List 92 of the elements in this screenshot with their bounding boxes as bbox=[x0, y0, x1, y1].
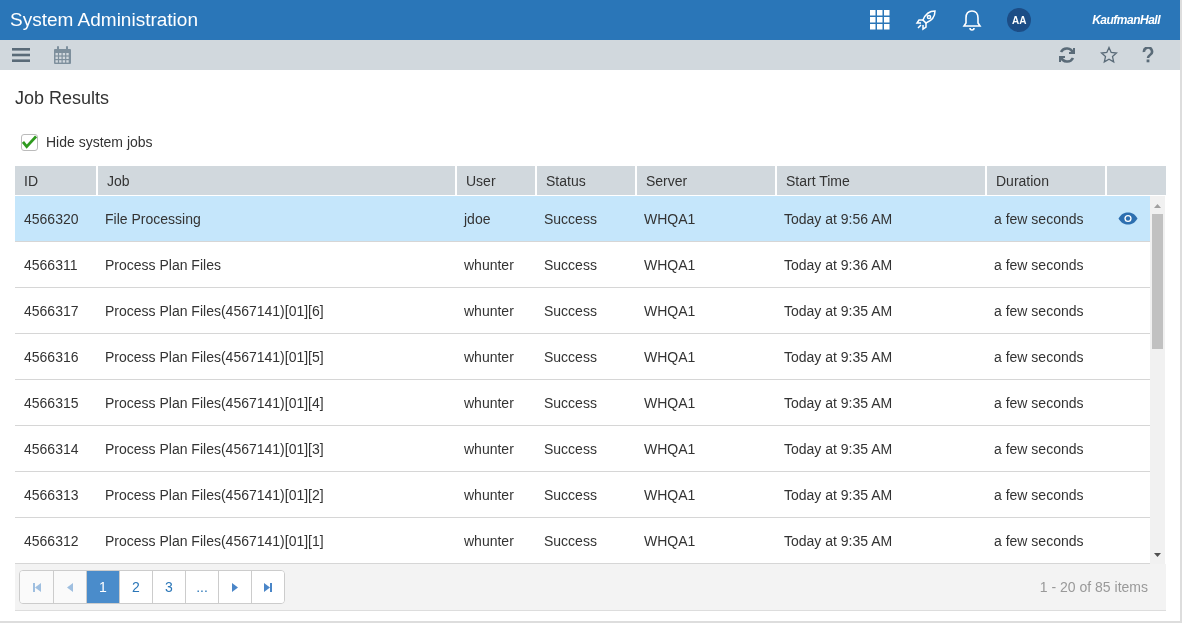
table-row[interactable]: 4566320 File Processing jdoe Success WHQA1 Today at 9:56 AM a few seconds bbox=[15, 196, 1150, 242]
table-row[interactable]: 4566311 Process Plan Files whunter Success WHQA1 Today at 9:36 AM a few seconds bbox=[15, 242, 1150, 288]
table-cell-text: Today at 9:35 AM bbox=[783, 347, 894, 367]
table-cell-text: 4566311 bbox=[23, 255, 79, 275]
table-cell-text: Process Plan Files(4567141)[01][2] bbox=[104, 485, 325, 505]
brand-logo: KaufmanHall bbox=[1092, 13, 1160, 27]
table-cell-text: Today at 9:35 AM bbox=[783, 439, 894, 459]
table-cell-text: WHQA1 bbox=[643, 439, 697, 459]
table-cell-text: whunter bbox=[463, 393, 515, 413]
table-cell-text: Success bbox=[543, 439, 598, 459]
checkbox[interactable] bbox=[21, 133, 38, 151]
page-button[interactable]: 2 bbox=[119, 571, 152, 603]
table-cell-text: Process Plan Files(4567141)[01][3] bbox=[104, 439, 325, 459]
refresh-icon[interactable] bbox=[1058, 46, 1076, 64]
table-cell-text: Today at 9:56 AM bbox=[783, 209, 894, 229]
table-cell-text: Success bbox=[543, 531, 598, 551]
scrollbar[interactable] bbox=[1150, 196, 1165, 564]
table-cell-text: WHQA1 bbox=[643, 485, 697, 505]
table-cell-text: WHQA1 bbox=[643, 209, 697, 229]
table-cell-text: 4566314 bbox=[23, 439, 80, 459]
table-cell-text: Success bbox=[543, 255, 598, 275]
table-cell-text: a few seconds bbox=[993, 439, 1085, 459]
table-cell-text: WHQA1 bbox=[643, 301, 697, 321]
calendar-icon[interactable] bbox=[54, 46, 71, 64]
column-header[interactable]: ID bbox=[15, 166, 96, 195]
table-cell-text: WHQA1 bbox=[643, 393, 697, 413]
user-avatar[interactable]: AA bbox=[1007, 8, 1032, 32]
table-cell-text: Success bbox=[543, 393, 598, 413]
table-cell-text: whunter bbox=[463, 531, 515, 551]
table-cell-text: WHQA1 bbox=[643, 255, 697, 275]
table-cell-text: Today at 9:36 AM bbox=[783, 255, 894, 275]
table-row[interactable]: 4566317 Process Plan Files(4567141)[01][6] whunter Success WHQA1 Today at 9:35 AM a few seconds bbox=[15, 288, 1150, 334]
table-cell-text: WHQA1 bbox=[643, 531, 697, 551]
table-cell-text: Today at 9:35 AM bbox=[783, 301, 894, 321]
table-cell-text: a few seconds bbox=[993, 393, 1085, 413]
menu-icon[interactable] bbox=[12, 48, 30, 62]
table-cell-text: Success bbox=[543, 301, 598, 321]
table-cell-text: 4566316 bbox=[23, 347, 80, 367]
table-cell-text: File Processing bbox=[104, 209, 202, 229]
skip-forward-icon bbox=[264, 582, 272, 592]
table-cell-text: WHQA1 bbox=[643, 347, 697, 367]
next-page-button[interactable] bbox=[218, 571, 251, 603]
table-cell-text: 4566313 bbox=[23, 485, 80, 505]
page-title: Job Results bbox=[15, 87, 111, 110]
eye-icon[interactable] bbox=[1117, 212, 1138, 225]
table-cell-text: Today at 9:35 AM bbox=[783, 485, 894, 505]
table-cell-text: 4566312 bbox=[23, 531, 80, 551]
checkbox-label: Hide system jobs bbox=[46, 134, 153, 150]
table-cell-text: Today at 9:35 AM bbox=[783, 393, 894, 413]
table-row[interactable]: 4566313 Process Plan Files(4567141)[01][2] whunter Success WHQA1 Today at 9:35 AM a few seconds bbox=[15, 472, 1150, 518]
page-button[interactable]: ... bbox=[185, 571, 218, 603]
table-cell-text: jdoe bbox=[462, 209, 492, 229]
table-cell-text: Today at 9:35 AM bbox=[783, 531, 894, 551]
table-cell-text: Process Plan Files(4567141)[01][1] bbox=[104, 531, 325, 551]
table-row[interactable]: 4566315 Process Plan Files(4567141)[01][4] whunter Success WHQA1 Today at 9:35 AM a few seconds bbox=[15, 380, 1150, 426]
table-cell-text: 4566317 bbox=[23, 301, 80, 321]
table-row[interactable]: 4566314 Process Plan Files(4567141)[01][3] whunter Success WHQA1 Today at 9:35 AM a few seconds bbox=[15, 426, 1150, 472]
table-cell-text: whunter bbox=[463, 439, 515, 459]
bell-icon[interactable] bbox=[962, 9, 983, 31]
pager-info: 1 - 20 of 85 items bbox=[1039, 579, 1148, 595]
last-page-button[interactable] bbox=[251, 571, 284, 603]
table-cell-text: a few seconds bbox=[993, 531, 1085, 551]
star-icon[interactable] bbox=[1100, 46, 1118, 64]
table-cell-text: 4566320 bbox=[23, 209, 80, 229]
table-cell-text: a few seconds bbox=[993, 347, 1085, 367]
table-cell-text: whunter bbox=[463, 301, 515, 321]
skip-back-icon bbox=[32, 582, 41, 592]
triangle-left-icon bbox=[67, 582, 73, 592]
table-cell-text: 4566315 bbox=[23, 393, 80, 413]
page-button[interactable]: 3 bbox=[152, 571, 185, 603]
app-grid-icon[interactable] bbox=[870, 10, 891, 30]
table-cell-text: Process Plan Files bbox=[104, 255, 222, 275]
table-cell-text: whunter bbox=[463, 255, 515, 275]
table-cell-text: Process Plan Files(4567141)[01][6] bbox=[104, 301, 325, 321]
app-title: System Administration bbox=[10, 9, 198, 31]
rocket-icon[interactable] bbox=[915, 9, 938, 31]
check-icon bbox=[22, 135, 37, 149]
table-cell-text: Success bbox=[543, 347, 598, 367]
table-cell-text: a few seconds bbox=[993, 485, 1085, 505]
table-cell-text: whunter bbox=[463, 485, 515, 505]
table-cell-text: a few seconds bbox=[993, 301, 1085, 321]
triangle-right-icon bbox=[232, 582, 238, 592]
page-button[interactable]: 1 bbox=[86, 571, 119, 603]
table-cell-text: Success bbox=[543, 485, 598, 505]
table-cell-text: Process Plan Files(4567141)[01][5] bbox=[104, 347, 325, 367]
table-cell-text: Success bbox=[543, 209, 598, 229]
table-cell-text: Process Plan Files(4567141)[01][4] bbox=[104, 393, 325, 413]
table-row[interactable]: 4566316 Process Plan Files(4567141)[01][5] whunter Success WHQA1 Today at 9:35 AM a few seconds bbox=[15, 334, 1150, 380]
table-cell-text: whunter bbox=[463, 347, 515, 367]
table-cell-text: a few seconds bbox=[993, 255, 1085, 275]
help-icon[interactable] bbox=[1142, 47, 1154, 63]
table-cell-text: a few seconds bbox=[993, 209, 1085, 229]
